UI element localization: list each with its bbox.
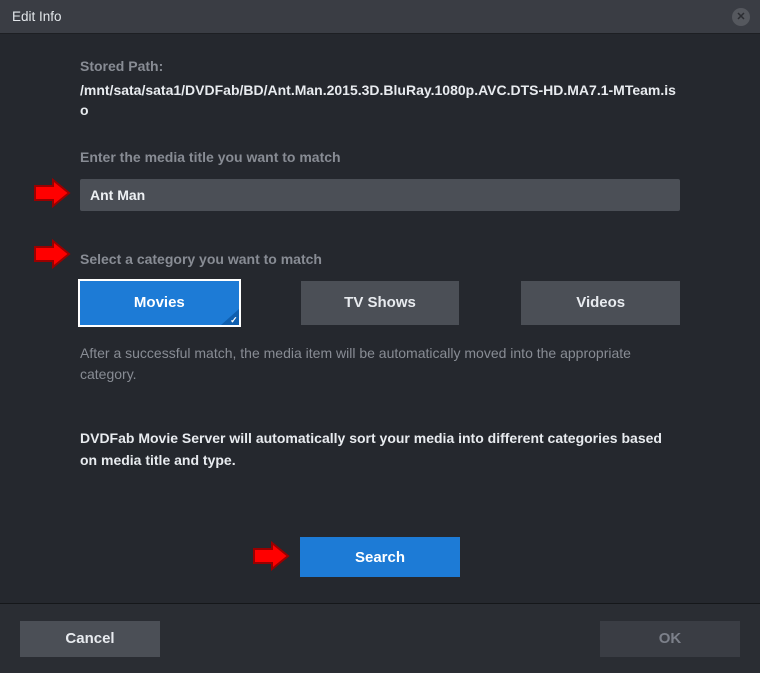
annotation-arrow-icon [33,178,73,208]
info-text: DVDFab Movie Server will automatically s… [80,428,680,471]
category-option-label: Movies [134,294,185,311]
category-option-label: Videos [576,294,625,311]
category-option-tvshows[interactable]: TV Shows [301,281,460,325]
category-label: Select a category you want to match [80,251,680,267]
category-row: Movies TV Shows Videos [80,281,680,325]
cancel-button[interactable]: Cancel [20,621,160,657]
footer: Cancel OK [0,603,760,673]
titlebar: Edit Info ✕ [0,0,760,34]
category-option-videos[interactable]: Videos [521,281,680,325]
close-icon[interactable]: ✕ [732,8,750,26]
media-title-label: Enter the media title you want to match [80,149,680,165]
media-title-input[interactable] [80,179,680,211]
content-area: Stored Path: /mnt/sata/sata1/DVDFab/BD/A… [0,34,760,603]
stored-path-value: /mnt/sata/sata1/DVDFab/BD/Ant.Man.2015.3… [80,80,680,121]
category-helper-text: After a successful match, the media item… [80,343,680,386]
search-row: Search [80,537,680,577]
stored-path-label: Stored Path: [80,58,680,74]
check-icon [221,309,239,325]
category-option-movies[interactable]: Movies [80,281,239,325]
search-button[interactable]: Search [300,537,460,577]
annotation-arrow-icon [33,239,73,269]
category-option-label: TV Shows [344,294,416,311]
titlebar-title: Edit Info [12,9,732,24]
ok-button[interactable]: OK [600,621,740,657]
